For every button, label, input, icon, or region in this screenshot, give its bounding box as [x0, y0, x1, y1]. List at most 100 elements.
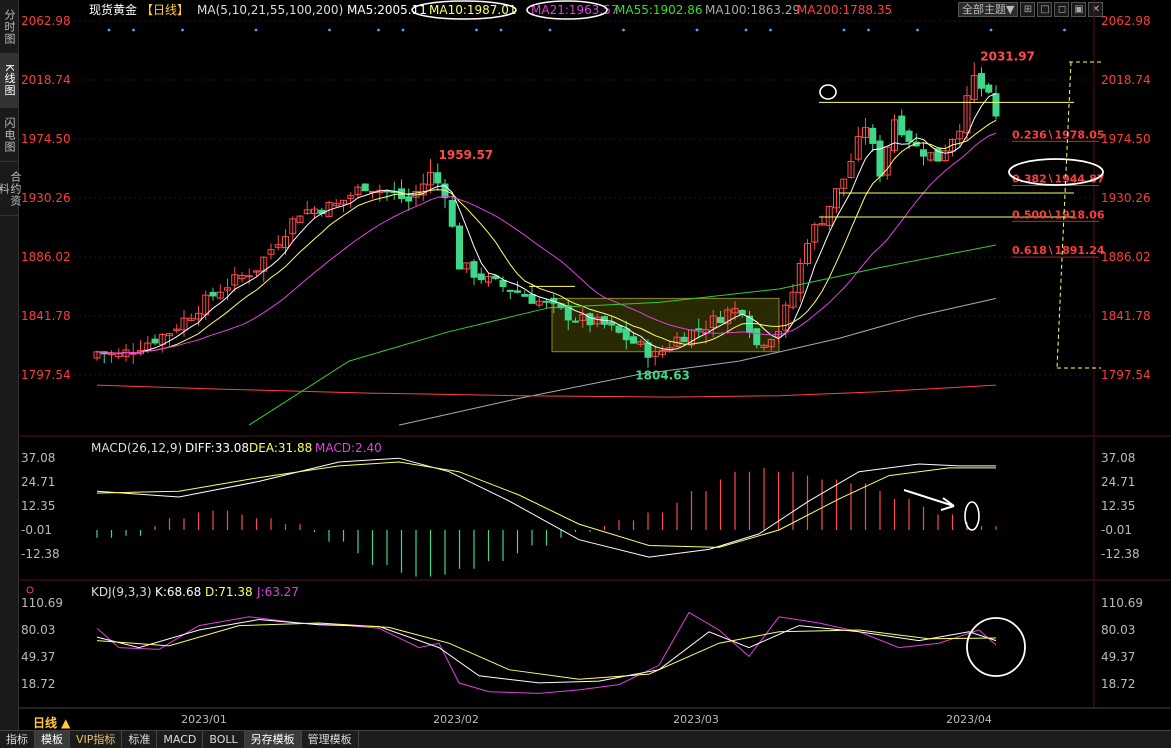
signal-dot [622, 28, 625, 32]
toolbar-tab-6[interactable]: 另存模板 [244, 731, 302, 748]
instrument-name: 现货黄金 [89, 2, 137, 17]
date-label: 2023/03 [673, 713, 719, 726]
left-price-tick: 1797.54 [21, 368, 71, 382]
signal-dot [842, 28, 846, 32]
left-price-tick: 1886.02 [21, 250, 71, 264]
side-tab-2[interactable]: 闪电图 [0, 108, 18, 162]
signal-dot [867, 28, 870, 32]
kdj-d: D:71.38 [205, 585, 253, 599]
kdj-right-tick: 49.37 [1101, 650, 1135, 664]
candles [93, 62, 1000, 368]
candle-body [528, 293, 536, 304]
signal-dot [744, 28, 748, 32]
candle-body [876, 140, 884, 177]
side-tab-1[interactable]: K线图 [0, 54, 18, 108]
signal-dot [769, 28, 772, 32]
kdj-right-tick: 80.03 [1101, 623, 1135, 637]
candlestick-chart[interactable]: 0.236∖1978.05 0.382∖1944.87 0.500∖1918.06 0… [19, 0, 1171, 730]
right-price-tick: 1841.78 [1101, 309, 1151, 323]
kdj-panel: 110.69 110.69 80.03 80.03 49.37 49.37 18.72 18.… [21, 596, 1143, 694]
candle-body [129, 352, 137, 355]
toolbar-tab-2[interactable]: VIP指标 [70, 731, 123, 748]
macd-arrow-icon [903, 489, 955, 511]
signal-dot [377, 28, 380, 32]
macd-dea: DEA:31.88 [249, 441, 312, 455]
period-selector: 日线 ▲ [33, 715, 71, 730]
side-tab-3[interactable]: 合约资料 [0, 162, 22, 216]
candle-body [405, 196, 413, 202]
macd-right-tick: -0.01 [1101, 523, 1132, 537]
candle-body [992, 93, 1000, 117]
kdj-k-line [96, 618, 997, 684]
macd-right-tick: 12.35 [1101, 499, 1135, 513]
ma55-value: MA55:1902.86 [615, 3, 703, 17]
signal-dot [695, 28, 699, 32]
signal-dot [1063, 28, 1066, 32]
candle-body [245, 275, 253, 278]
signal-dot [401, 28, 405, 32]
macd-right-tick: 24.71 [1101, 475, 1135, 489]
signal-dot [475, 28, 478, 32]
candle-body [470, 261, 478, 278]
ma21-value: MA21:1963.57 [531, 3, 619, 17]
kdj-title: KDJ(9,3,3) [91, 585, 152, 599]
macd-value: MACD:2.40 [315, 441, 382, 455]
kdj-k: K:68.68 [155, 585, 201, 599]
signal-dot [132, 28, 135, 32]
kdj-highlight-circle [966, 617, 1026, 677]
candle-body [499, 279, 507, 288]
left-price-tick: 2062.98 [21, 14, 71, 28]
candle-body [985, 84, 993, 93]
signal-dot [916, 28, 919, 32]
left-price-tick: 1974.50 [21, 132, 71, 146]
macd-title: MACD(26,12,9) [91, 441, 182, 455]
kdj-right-tick: 18.72 [1101, 677, 1135, 691]
ma200-line [96, 384, 997, 398]
candle-body [586, 313, 594, 326]
candle-body [608, 321, 616, 326]
left-price-tick: 2018.74 [21, 73, 71, 87]
date-label: 2023/02 [433, 713, 479, 726]
candle-body [543, 300, 550, 303]
toolbar-tab-5[interactable]: BOLL [203, 731, 245, 748]
candle-body [630, 336, 637, 344]
toolbar-tab-0[interactable]: 指标 [0, 731, 35, 748]
high-point-circle [819, 84, 837, 100]
toolbar-tab-7[interactable]: 管理模板 [302, 731, 359, 748]
date-label: 2023/01 [181, 713, 227, 726]
candle-body [622, 328, 630, 341]
low-label: 1804.63 [635, 369, 690, 383]
candle-body [456, 225, 463, 270]
toolbar-tab-4[interactable]: MACD [157, 731, 204, 748]
ma100-value: MA100:1863.29 [705, 3, 800, 17]
kdj-j: J:63.27 [256, 585, 299, 599]
candle-body [361, 183, 369, 192]
right-price-tick: 1886.02 [1101, 250, 1151, 264]
side-tab-bar: 分时图 K线图 闪电图 合约资料 [0, 0, 22, 730]
macd-left-tick: -0.01 [21, 523, 52, 537]
right-price-tick: 1797.54 [1101, 368, 1151, 382]
kdj-d-line [96, 622, 997, 680]
signal-dot [499, 28, 503, 32]
toolbar-tab-1[interactable]: 模板 [35, 731, 70, 748]
bottom-toolbar: 指标 模板 VIP指标 标准 MACD BOLL 另存模板 管理模板 [0, 730, 1171, 748]
candle-body [209, 291, 217, 297]
candle-body [869, 127, 877, 144]
candle-body [383, 190, 391, 193]
macd-left-tick: 24.71 [21, 475, 55, 489]
toolbar-tab-3[interactable]: 标准 [122, 731, 158, 748]
signal-dot [181, 28, 184, 32]
date-label: 2023/04 [946, 713, 992, 726]
side-tab-0[interactable]: 分时图 [0, 0, 18, 54]
candle-body [477, 273, 485, 281]
candle-body [978, 73, 985, 89]
candle-body [151, 338, 159, 344]
high-label: 2031.97 [980, 49, 1035, 63]
macd-diff: DIFF:33.08 [185, 441, 249, 455]
kdj-settings-icon [26, 586, 34, 594]
signal-dot [989, 28, 993, 32]
candle-body [695, 328, 703, 331]
candle-body [506, 289, 514, 292]
macd-panel: 37.08 37.08 24.71 24.71 12.35 12.35 -0.01 -0.01… [21, 451, 1140, 577]
candle-body [521, 293, 529, 297]
